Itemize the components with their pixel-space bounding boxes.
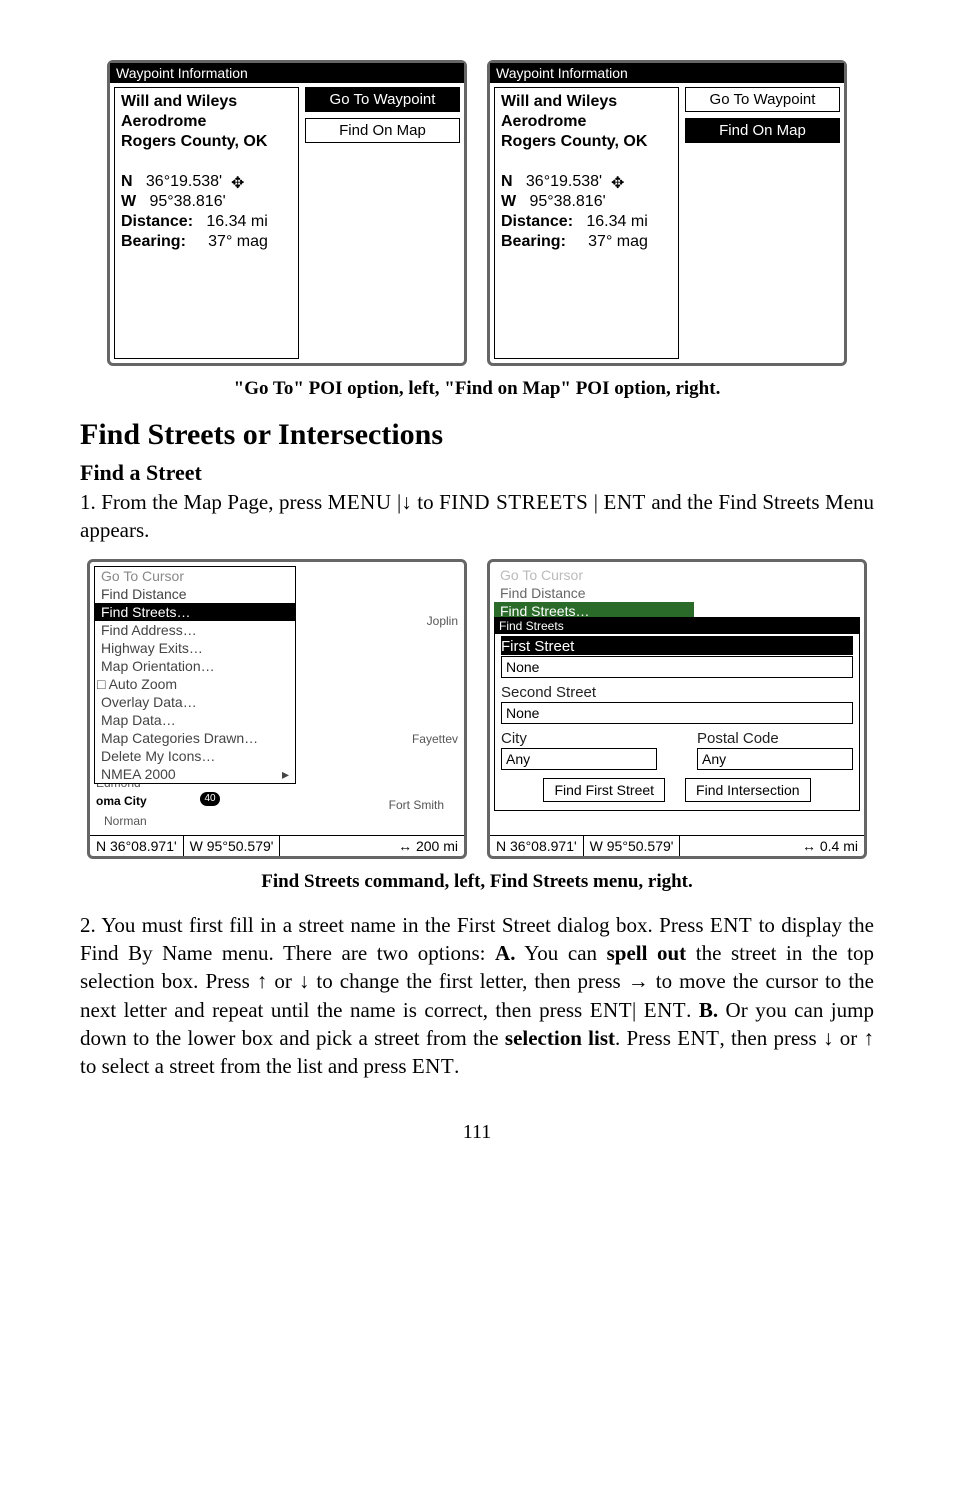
lat-prefix: N (501, 173, 513, 190)
find-on-map-button[interactable]: Find On Map (305, 118, 460, 143)
menu-item[interactable]: □ Auto Zoom (95, 675, 295, 693)
city-label: City (501, 728, 657, 747)
lon-prefix: W (121, 193, 136, 210)
lon-value: 95°38.816' (149, 193, 225, 210)
waypoint-details: Will and Wileys Aerodrome Rogers County,… (114, 87, 299, 359)
map-label-norman: Norman (104, 814, 147, 828)
distance-label: Distance: (121, 213, 193, 230)
status-lat: N 36°08.971' (490, 836, 584, 856)
second-street-input[interactable]: None (501, 702, 853, 724)
find-streets-dialog: Find Streets First Street None Second St… (494, 617, 860, 811)
menu-item[interactable]: Find Distance (95, 585, 295, 603)
waypoint-details: Will and Wileys Aerodrome Rogers County,… (494, 87, 679, 359)
menu-item[interactable]: Delete My Icons… (95, 747, 295, 765)
menu-item-find-streets[interactable]: Find Streets… (95, 603, 295, 621)
waypoint-name: Will and Wileys Aerodrome (501, 93, 617, 130)
status-lat: N 36°08.971' (90, 836, 184, 856)
figure2-caption: Find Streets command, left, Find Streets… (80, 871, 874, 893)
menu-item[interactable]: Overlay Data… (95, 693, 295, 711)
postal-label: Postal Code (697, 728, 853, 747)
map-menu-panel: Joplin Fayettev Edmond oma City Fort Smi… (87, 559, 467, 859)
waypoint-panel-left: Waypoint Information Will and Wileys Aer… (107, 60, 467, 366)
bearing-label: Bearing: (121, 233, 186, 250)
menu-item-grey: Go To Cursor (494, 566, 694, 584)
distance-value: 16.34 mi (586, 213, 647, 230)
menu-item[interactable]: Find Address… (95, 621, 295, 639)
menu-item[interactable]: Map Orientation… (95, 657, 295, 675)
postal-input[interactable]: Any (697, 748, 853, 770)
map-label-oma-city: oma City (96, 794, 147, 808)
status-lon: W 95°50.579' (184, 836, 281, 856)
waypoint-panel-right: Waypoint Information Will and Wileys Aer… (487, 60, 847, 366)
find-intersection-button[interactable]: Find Intersection (685, 778, 811, 802)
first-street-label: First Street (501, 636, 853, 655)
waypoint-county: Rogers County, OK (501, 133, 647, 150)
map-label-joplin: Joplin (427, 614, 458, 628)
menu-item[interactable]: Highway Exits… (95, 639, 295, 657)
status-bar: N 36°08.971' W 95°50.579' ↔ 0.4 mi (490, 835, 864, 856)
bearing-value: 37° mag (208, 233, 268, 250)
distance-value: 16.34 mi (206, 213, 267, 230)
highway-shield-icon: 40 (200, 792, 220, 806)
status-bar: N 36°08.971' W 95°50.579' ↔ 200 mi (90, 835, 464, 856)
figure-find-streets: Joplin Fayettev Edmond oma City Fort Smi… (80, 559, 874, 859)
lon-prefix: W (501, 193, 516, 210)
map-label-fort-smith: Fort Smith (389, 798, 444, 812)
pushpin-icon: ✥ (231, 174, 244, 194)
lat-value: 36°19.538' (526, 173, 602, 190)
status-scale: ↔ 200 mi (392, 836, 464, 856)
paragraph-2: 2. You must first fill in a street name … (80, 911, 874, 1081)
pushpin-icon: ✥ (611, 174, 624, 194)
paragraph-1: 1. From the Map Page, press MENU |↓ to F… (80, 488, 874, 545)
first-street-input[interactable]: None (501, 656, 853, 678)
menu-item-grey: Find Distance (494, 584, 694, 602)
waypoint-county: Rogers County, OK (121, 133, 267, 150)
bearing-label: Bearing: (501, 233, 566, 250)
menu-item[interactable]: NMEA 2000 ▸ (95, 765, 295, 783)
city-input[interactable]: Any (501, 748, 657, 770)
figure-goto-find: Waypoint Information Will and Wileys Aer… (80, 60, 874, 366)
find-streets-panel: Go To Cursor Find Distance Find Streets…… (487, 559, 867, 859)
dialog-title: Find Streets (495, 618, 859, 634)
lon-value: 95°38.816' (529, 193, 605, 210)
titlebar: Waypoint Information (490, 63, 844, 83)
lat-prefix: N (121, 173, 133, 190)
second-street-label: Second Street (501, 682, 853, 701)
titlebar: Waypoint Information (110, 63, 464, 83)
page-number: 111 (80, 1121, 874, 1144)
status-scale: ↔ 0.4 mi (796, 836, 864, 856)
lat-value: 36°19.538' (146, 173, 222, 190)
go-to-waypoint-button[interactable]: Go To Waypoint (685, 87, 840, 112)
menu-item[interactable]: Go To Cursor (95, 567, 295, 585)
map-label-fayettev: Fayettev (412, 732, 458, 746)
status-lon: W 95°50.579' (584, 836, 681, 856)
bearing-value: 37° mag (588, 233, 648, 250)
map-main-menu: Go To Cursor Find Distance Find Streets…… (94, 566, 296, 784)
menu-item[interactable]: Map Data… (95, 711, 295, 729)
section-title: Find Streets or Intersections (80, 418, 874, 452)
go-to-waypoint-button[interactable]: Go To Waypoint (305, 87, 460, 112)
subsection-title: Find a Street (80, 460, 874, 486)
find-on-map-button[interactable]: Find On Map (685, 118, 840, 143)
menu-item[interactable]: Map Categories Drawn… (95, 729, 295, 747)
distance-label: Distance: (501, 213, 573, 230)
find-first-street-button[interactable]: Find First Street (543, 778, 665, 802)
waypoint-name: Will and Wileys Aerodrome (121, 93, 237, 130)
figure1-caption: "Go To" POI option, left, "Find on Map" … (80, 378, 874, 400)
